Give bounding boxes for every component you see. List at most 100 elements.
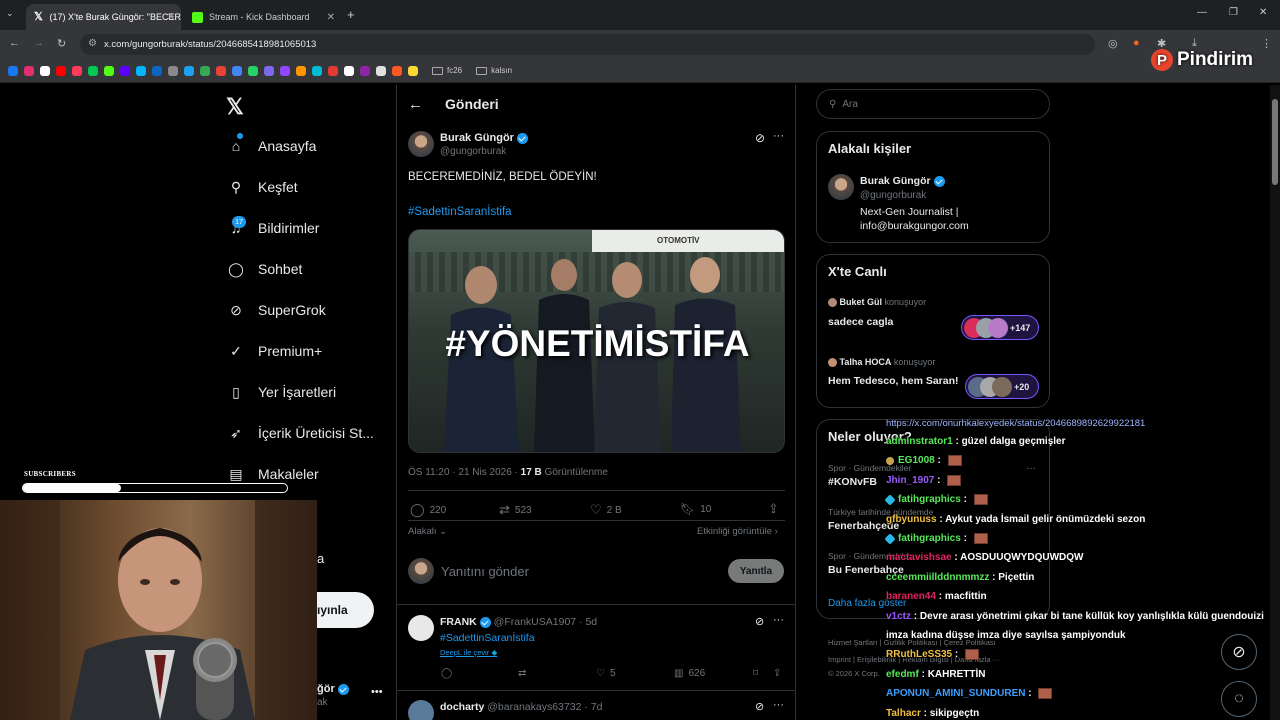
messages-fab-button[interactable]: ◌ xyxy=(1221,681,1257,717)
bookmark-favicon-icon[interactable] xyxy=(184,65,194,76)
reply-button[interactable]: ◯ 220 xyxy=(410,502,446,518)
chat-username[interactable]: v1ctz xyxy=(886,611,911,622)
reply-share-button[interactable]: ⇪ xyxy=(773,668,781,679)
live-host[interactable]: Buket Gül konuşuyor xyxy=(828,297,926,308)
page-scrollbar[interactable] xyxy=(1270,85,1280,720)
chat-username[interactable]: Talhacr xyxy=(886,708,921,719)
reply-submit-button[interactable]: Yanıtla xyxy=(728,559,784,583)
reply-hashtag[interactable]: #SadettinSaranİstifa xyxy=(440,632,535,644)
related-name[interactable]: Burak Güngör xyxy=(860,175,945,187)
grok-icon[interactable]: ⊘ xyxy=(755,700,764,713)
chat-username[interactable]: baranen44 xyxy=(886,591,936,602)
bookmark-favicon-icon[interactable] xyxy=(360,65,370,76)
view-activity-link[interactable]: Etkinliği görüntüle › xyxy=(697,526,778,537)
more-icon[interactable]: ··· xyxy=(773,699,784,711)
chat-username[interactable]: efedmf xyxy=(886,669,919,680)
bookmark-favicon-icon[interactable] xyxy=(376,65,386,76)
x-logo-icon[interactable]: 𝕏 xyxy=(226,94,244,120)
bookmark-favicon-icon[interactable] xyxy=(232,65,242,76)
nav-item-search[interactable]: ⚲ Keşfet xyxy=(226,172,298,202)
bookmark-favicon-icon[interactable] xyxy=(72,65,82,76)
chat-username[interactable]: Jhin_1907 xyxy=(886,475,934,486)
extension-icon[interactable]: ● xyxy=(1133,37,1140,49)
more-icon[interactable]: ··· xyxy=(773,130,784,142)
site-info-icon[interactable]: ⚙ xyxy=(88,38,97,49)
menu-kebab-icon[interactable]: ⋮ xyxy=(1261,37,1272,50)
reply-input[interactable]: Yanıtını gönder xyxy=(441,564,529,579)
tab-close-icon[interactable]: ✕ xyxy=(327,12,335,23)
tab-search-icon[interactable]: ⌄ xyxy=(6,8,20,22)
bookmark-favicon-icon[interactable] xyxy=(168,65,178,76)
back-arrow-icon[interactable]: ← xyxy=(408,96,423,113)
bookmark-favicon-icon[interactable] xyxy=(136,65,146,76)
tab-x-post[interactable]: 𝕏 (17) X'te Burak Güngör: "BECER ✕ xyxy=(26,4,181,30)
reply-author[interactable]: FRANK @FrankUSA1907 · 5d xyxy=(440,616,597,628)
bookmark-favicon-icon[interactable] xyxy=(248,65,258,76)
grok-icon[interactable]: ⊘ xyxy=(755,131,765,145)
chat-username[interactable]: gfbyunuss xyxy=(886,514,937,525)
bookmark-folder[interactable]: kalsın xyxy=(476,66,512,75)
bookmark-favicon-icon[interactable] xyxy=(296,65,306,76)
chat-username[interactable]: RRuthLeSS35 xyxy=(886,650,952,661)
chat-username[interactable]: cceemmiillddnnmmzz xyxy=(886,572,989,583)
tweet-hashtag[interactable]: #SadettinSaranİstifa xyxy=(408,206,512,218)
grok-icon[interactable]: ⊘ xyxy=(755,615,764,628)
footer-link[interactable]: Imprint xyxy=(828,655,851,664)
nav-item-rocket[interactable]: ➶ İçerik Üreticisi St... xyxy=(226,418,374,448)
live-host[interactable]: Talha HOCA konuşuyor xyxy=(828,357,935,368)
nav-item-bookmark[interactable]: ▯ Yer İşaretleri xyxy=(226,377,336,407)
chat-username[interactable]: APONUN_AMINI_SUNDUREN xyxy=(886,688,1025,699)
forward-icon[interactable]: → xyxy=(33,37,44,49)
bookmark-favicon-icon[interactable] xyxy=(392,65,402,76)
bookmark-folder[interactable]: fc26 xyxy=(432,66,462,75)
bookmark-favicon-icon[interactable] xyxy=(344,65,354,76)
author-handle[interactable]: @gungorburak xyxy=(440,146,506,157)
scrollbar-thumb[interactable] xyxy=(1272,99,1278,185)
related-avatar[interactable] xyxy=(828,174,854,200)
tweet-media-image[interactable]: OTOMOTİV #YÖNETİMİSTİFA xyxy=(408,229,785,453)
bookmark-favicon-icon[interactable] xyxy=(216,65,226,76)
nav-item-chat[interactable]: ◯ Sohbet xyxy=(226,254,302,284)
sort-relevant-dropdown[interactable]: Alakalı ⌄ xyxy=(408,526,447,537)
nav-item-grok[interactable]: ⊘ SuperGrok xyxy=(226,295,326,325)
author-avatar[interactable] xyxy=(408,131,434,157)
reply-views[interactable]: ▥ 626 xyxy=(674,668,705,679)
bookmark-favicon-icon[interactable] xyxy=(120,65,130,76)
reply-author[interactable]: docharty @baranakays63732 · 7d xyxy=(440,701,602,713)
bookmark-favicon-icon[interactable] xyxy=(328,65,338,76)
nav-item-premium[interactable]: ✓ Premium+ xyxy=(226,336,322,366)
reply-reply-button[interactable]: ◯ xyxy=(441,668,452,679)
trend-name[interactable]: #KONvFB xyxy=(828,476,877,488)
author-name[interactable]: Burak Güngör xyxy=(440,132,528,144)
chat-username[interactable]: EG1008 xyxy=(898,456,935,467)
chat-username[interactable]: adminstrator1 xyxy=(886,436,953,447)
reply-retweet-button[interactable]: ⇄ xyxy=(518,668,526,679)
grok-fab-button[interactable]: ⊘ xyxy=(1221,634,1257,670)
bookmark-favicon-icon[interactable] xyxy=(88,65,98,76)
account-more-icon[interactable]: ••• xyxy=(371,686,383,698)
chat-username[interactable]: mactavishsae xyxy=(886,552,952,563)
bookmark-favicon-icon[interactable] xyxy=(40,65,50,76)
post-button[interactable]: ıyınla xyxy=(317,592,374,628)
window-close-icon[interactable]: ✕ xyxy=(1259,7,1267,18)
bookmark-favicon-icon[interactable] xyxy=(408,65,418,76)
reply-like-button[interactable]: ♡ 5 xyxy=(596,668,616,679)
chat-username[interactable]: fatihgraphics xyxy=(898,533,961,544)
bookmark-favicon-icon[interactable] xyxy=(280,65,290,76)
bookmark-favicon-icon[interactable] xyxy=(152,65,162,76)
live-space-title[interactable]: sadece cagla xyxy=(828,316,893,328)
restore-icon[interactable]: ❐ xyxy=(1229,7,1238,18)
live-listeners-pill[interactable]: +20 xyxy=(965,374,1039,399)
bookmark-favicon-icon[interactable] xyxy=(56,65,66,76)
more-icon[interactable]: ··· xyxy=(773,614,784,626)
back-icon[interactable]: ← xyxy=(9,37,20,49)
bookmark-favicon-icon[interactable] xyxy=(104,65,114,76)
like-button[interactable]: ♡ 2 B xyxy=(590,502,622,518)
bookmark-favicon-icon[interactable] xyxy=(200,65,210,76)
bookmark-favicon-icon[interactable] xyxy=(264,65,274,76)
account-name[interactable]: ğör xyxy=(317,683,349,695)
tab-close-icon[interactable]: ✕ xyxy=(167,12,175,23)
nav-item-home[interactable]: ⌂ Anasayfa xyxy=(226,131,317,161)
deepl-translate-link[interactable]: DeepL ile çevir ◆ xyxy=(440,648,497,657)
bookmark-favicon-icon[interactable] xyxy=(312,65,322,76)
